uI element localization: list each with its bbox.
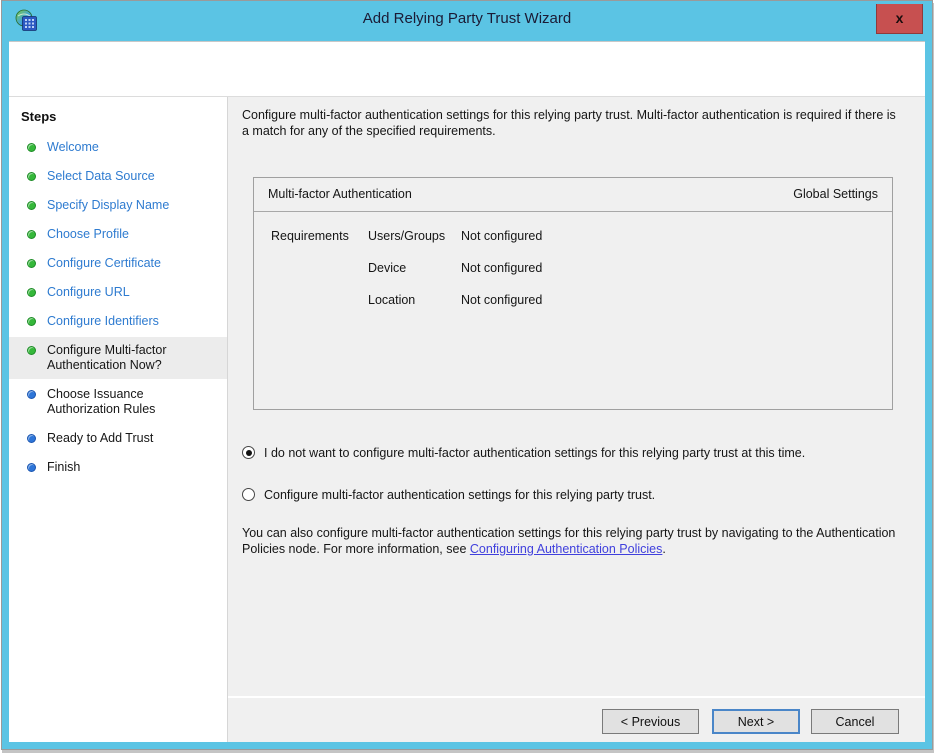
mfa-row-device: Device Not configured [254, 261, 892, 293]
step-done-icon [27, 143, 36, 152]
sidebar-step-finish[interactable]: Finish [9, 454, 227, 481]
sidebar-step-configure-url[interactable]: Configure URL [9, 279, 227, 306]
mfa-box-title: Multi-factor Authentication [268, 187, 412, 201]
wizard-header-band [9, 42, 925, 96]
close-button[interactable]: x [876, 4, 923, 34]
step-done-icon [27, 230, 36, 239]
sidebar-step-choose-profile[interactable]: Choose Profile [9, 221, 227, 248]
step-content-area: Configure multi-factor authentication se… [228, 97, 925, 742]
location-label: Location [368, 293, 416, 307]
mfa-box-header: Multi-factor Authentication Global Setti… [254, 178, 892, 212]
step-done-icon [27, 172, 36, 181]
step-upcoming-icon [27, 434, 36, 443]
footer-separator [228, 696, 925, 698]
title-bar: Add Relying Party Trust Wizard x [2, 1, 932, 41]
window-title: Add Relying Party Trust Wizard [362, 10, 572, 27]
radio-option-do-not-configure-mfa[interactable]: I do not want to configure multi-factor … [242, 445, 805, 461]
mfa-row-users-groups: Requirements Users/Groups Not configured [254, 229, 892, 261]
steps-sidebar: Steps Welcome Select Data Source Specify… [9, 97, 227, 742]
sidebar-step-select-data-source[interactable]: Select Data Source [9, 163, 227, 190]
step-done-icon [27, 317, 36, 326]
mfa-settings-box: Multi-factor Authentication Global Setti… [253, 177, 893, 410]
add-relying-party-trust-wizard-window: Add Relying Party Trust Wizard x Steps W… [1, 0, 933, 750]
previous-button[interactable]: < Previous [602, 709, 699, 734]
sidebar-step-choose-issuance-authorization-rules[interactable]: Choose Issuance Authorization Rules [9, 381, 227, 423]
radio-button-icon[interactable] [242, 446, 255, 459]
next-button[interactable]: Next > [712, 709, 800, 734]
step-intro-text: Configure multi-factor authentication se… [242, 108, 896, 138]
steps-heading: Steps [21, 109, 57, 124]
sidebar-step-welcome[interactable]: Welcome [9, 134, 227, 161]
step-upcoming-icon [27, 463, 36, 472]
footnote-text: You can also configure multi-factor auth… [242, 526, 896, 556]
requirements-label: Requirements [271, 229, 349, 243]
step-done-icon [27, 259, 36, 268]
mfa-row-location: Location Not configured [254, 293, 892, 325]
sidebar-step-configure-identifiers[interactable]: Configure Identifiers [9, 308, 227, 335]
step-done-icon [27, 288, 36, 297]
configuring-authentication-policies-link[interactable]: Configuring Authentication Policies [470, 542, 662, 556]
device-label: Device [368, 261, 407, 275]
sidebar-step-configure-mfa-now[interactable]: Configure Multi-factor Authentication No… [9, 337, 227, 379]
global-settings-label: Global Settings [793, 187, 878, 201]
device-value: Not configured [461, 261, 543, 275]
sidebar-step-configure-certificate[interactable]: Configure Certificate [9, 250, 227, 277]
wizard-panel: Steps Welcome Select Data Source Specify… [9, 41, 925, 742]
sidebar-step-specify-display-name[interactable]: Specify Display Name [9, 192, 227, 219]
step-upcoming-icon [27, 390, 36, 399]
users-groups-value: Not configured [461, 229, 543, 243]
cancel-button[interactable]: Cancel [811, 709, 899, 734]
mfa-requirements-list: Requirements Users/Groups Not configured… [254, 211, 892, 325]
wizard-body: Steps Welcome Select Data Source Specify… [9, 96, 925, 742]
step-current-icon [27, 346, 36, 355]
location-value: Not configured [461, 293, 543, 307]
step-done-icon [27, 201, 36, 210]
radio-option-configure-mfa[interactable]: Configure multi-factor authentication se… [242, 487, 655, 503]
radio-button-icon[interactable] [242, 488, 255, 501]
sidebar-step-ready-to-add-trust[interactable]: Ready to Add Trust [9, 425, 227, 452]
users-groups-label: Users/Groups [368, 229, 446, 243]
